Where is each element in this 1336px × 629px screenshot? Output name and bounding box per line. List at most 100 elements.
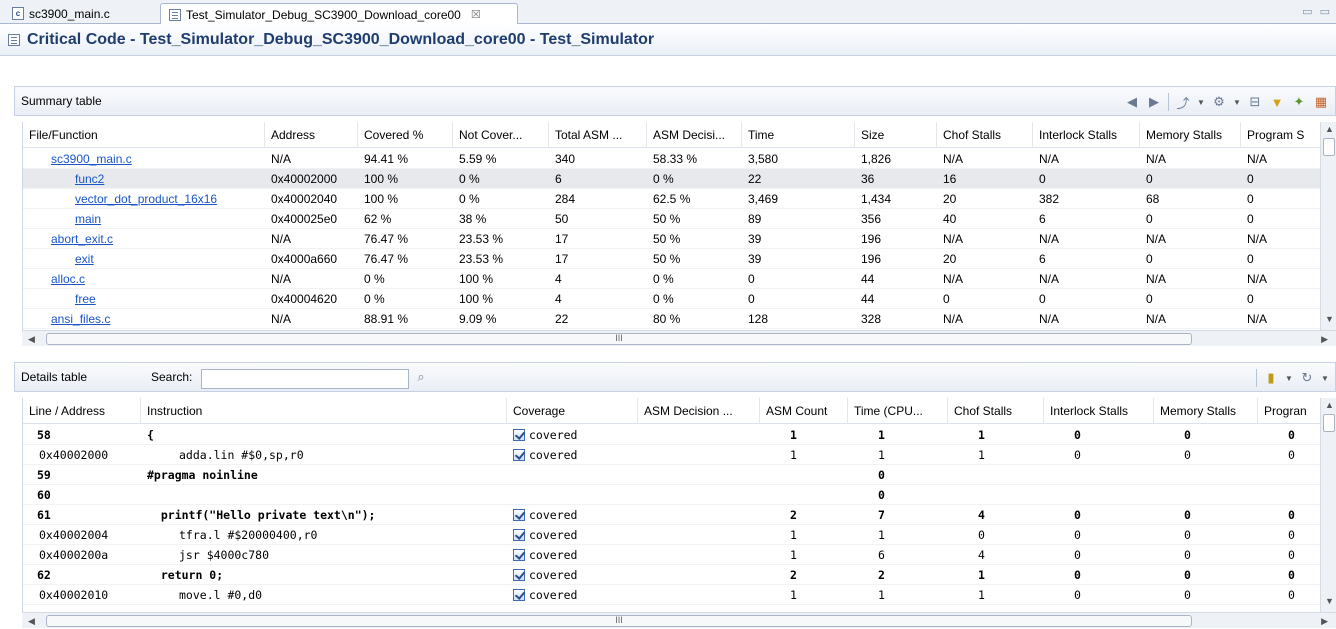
details-horizontal-scrollbar[interactable]: ◀ III ▶ [22,612,1336,628]
col-program-stalls[interactable]: Program S [1241,122,1321,148]
pin-icon[interactable]: ✦ [1291,94,1307,110]
scroll-right-icon[interactable]: ▶ [1321,334,1328,345]
col-memory-stalls[interactable]: Memory Stalls [1154,398,1258,424]
search-label: Search: [151,370,193,384]
scroll-down-icon[interactable]: ▼ [1325,314,1334,324]
table-row[interactable]: 61 printf("Hello private text\n"); covere… [23,505,1336,525]
function-link[interactable]: alloc.c [45,269,265,289]
table-row[interactable]: func2 0x40002000 100 % 0 % 6 0 % 22 36 16 0 0 0 [23,169,1336,189]
scroll-right-icon[interactable]: ▶ [1321,616,1328,627]
scroll-thumb[interactable]: III [46,615,1192,627]
table-row[interactable]: main 0x400025e0 62 % 38 % 50 50 % 89 356 40 6 0 0 [23,209,1336,229]
col-coverage[interactable]: Coverage [507,398,638,424]
chart-icon[interactable]: ▮ [1263,370,1279,386]
table-row[interactable]: alloc.c N/A 0 % 100 % 4 0 % 0 44 N/A N/A N/A N/A [23,269,1336,289]
table-row[interactable]: 58 {covered 1 1 1 0 0 0 [23,425,1336,445]
cell-time: 89 [748,212,762,226]
summary-vertical-scrollbar[interactable]: ▲ ▼ [1320,122,1336,330]
col-instruction[interactable]: Instruction [141,398,507,424]
col-address[interactable]: Address [265,122,358,148]
function-link[interactable]: free [69,289,265,309]
scroll-thumb[interactable] [1323,138,1335,156]
details-header-row: Line / Address Instruction Coverage ASM … [23,398,1336,424]
col-interlock-stalls[interactable]: Interlock Stalls [1033,122,1140,148]
table-row[interactable]: exit 0x4000a660 76.47 % 23.53 % 17 50 % 39 196 2… [23,249,1336,269]
function-link[interactable]: main [69,209,265,229]
col-program-stalls[interactable]: Progran [1258,398,1321,424]
col-covered[interactable]: Covered % [358,122,453,148]
scroll-up-icon[interactable]: ▲ [1325,400,1334,410]
refresh-icon[interactable]: ↻ [1299,370,1315,386]
table-row[interactable]: free 0x40004620 0 % 100 % 4 0 % 0 44 0 0 0 0 [23,289,1336,309]
tab-critical-code[interactable]: Test_Simulator_Debug_SC3900_Download_cor… [160,3,518,25]
filter-icon[interactable]: ▼ [1269,94,1285,110]
col-chof-stalls[interactable]: Chof Stalls [948,398,1044,424]
forward-icon[interactable]: ▶ [1146,94,1162,110]
col-time-cpu[interactable]: Time (CPU... [848,398,948,424]
table-row[interactable]: 0x40002010 move.l #0,d0 covered 1 1 1 0 0 0 [23,585,1336,605]
chevron-down-icon[interactable]: ▼ [1285,370,1293,386]
col-file-function[interactable]: File/Function [23,122,265,148]
col-time[interactable]: Time [742,122,855,148]
coverage-text: covered [529,428,578,442]
export-icon[interactable]: ⤴ [1175,94,1191,111]
window-controls[interactable]: ▭ ▭ [1302,5,1332,18]
tab-sc3900-main[interactable]: c sc3900_main.c [4,3,158,24]
settings-icon[interactable]: ⚙ [1211,94,1227,110]
table-row[interactable]: vector_dot_product_16x16 0x40002040 100 % 0… [23,189,1336,209]
scroll-thumb[interactable]: III [46,333,1192,345]
table-row[interactable]: sc3900_main.c N/A 94.41 % 5.59 % 340 58.33 % 3… [23,149,1336,169]
report-icon[interactable]: ▦ [1313,94,1329,110]
covered-check-icon [513,569,525,581]
scroll-up-icon[interactable]: ▲ [1325,124,1334,134]
table-row[interactable]: 62 return 0; covered 2 2 1 0 0 0 [23,565,1336,585]
table-row[interactable]: 59 #pragma noinline 0 [23,465,1336,485]
search-icon[interactable]: ⌕ [413,369,429,385]
collapse-icon[interactable]: ⊟ [1247,94,1263,110]
col-memory-stalls[interactable]: Memory Stalls [1140,122,1241,148]
col-asm-decision[interactable]: ASM Decision ... [638,398,760,424]
col-not-covered[interactable]: Not Cover... [453,122,549,148]
cell-asm-decision: 62.5 % [653,192,691,206]
details-vertical-scrollbar[interactable]: ▲ ▼ [1320,398,1336,612]
scroll-left-icon[interactable]: ◀ [28,616,35,627]
col-chof-stalls[interactable]: Chof Stalls [937,122,1033,148]
cell-interlock-stalls: N/A [1039,232,1060,246]
function-link[interactable]: func2 [69,169,265,189]
scroll-thumb[interactable] [1323,414,1335,432]
table-row[interactable]: 0x4000200a jsr $4000c780 covered 1 6 4 0 0 0 [23,545,1336,565]
cell-covered: 76.47 % [364,232,409,246]
back-icon[interactable]: ◀ [1124,94,1140,110]
col-line-address[interactable]: Line / Address [23,398,141,424]
chevron-down-icon[interactable]: ▼ [1321,370,1329,386]
cell-memory-stalls: 0 [1146,172,1153,186]
table-row[interactable]: 0x40002000 adda.lin #$0,sp,r0 covered 1 1 1 0 0… [23,445,1336,465]
scroll-left-icon[interactable]: ◀ [28,334,35,345]
chevron-down-icon[interactable]: ▼ [1197,94,1205,110]
col-asm-decision[interactable]: ASM Decisi... [647,122,742,148]
table-row[interactable]: 0x40002004 tfra.l #$20000400,r0 covered 1 1 0… [23,525,1336,545]
col-size[interactable]: Size [855,122,937,148]
table-row[interactable]: 60 0 [23,485,1336,505]
chevron-down-icon[interactable]: ▼ [1233,94,1241,110]
cell-instruction: printf("Hello private text\n"); [147,508,376,522]
table-row[interactable]: ansi_files.c N/A 88.91 % 9.09 % 22 80 % 128 328… [23,309,1336,329]
function-link[interactable]: vector_dot_product_16x16 [69,189,265,209]
cell-asm-count: 1 [790,548,797,562]
col-asm-count[interactable]: ASM Count [760,398,848,424]
cell-size: 196 [861,252,882,266]
col-interlock-stalls[interactable]: Interlock Stalls [1044,398,1154,424]
col-total-asm[interactable]: Total ASM ... [549,122,647,148]
cell-time: 3,469 [748,192,779,206]
scroll-down-icon[interactable]: ▼ [1325,596,1334,606]
table-row[interactable]: abort_exit.c N/A 76.47 % 23.53 % 17 50 % 39 196… [23,229,1336,249]
function-link[interactable]: abort_exit.c [45,229,265,249]
summary-horizontal-scrollbar[interactable]: ◀ III ▶ [22,330,1336,346]
coverage-text: covered [529,508,578,522]
function-link[interactable]: ansi_files.c [45,309,265,329]
close-icon[interactable]: ☒ [471,8,481,21]
function-link[interactable]: sc3900_main.c [45,149,265,169]
cell-asm-count [784,485,848,505]
search-input[interactable] [201,369,409,389]
function-link[interactable]: exit [69,249,265,269]
